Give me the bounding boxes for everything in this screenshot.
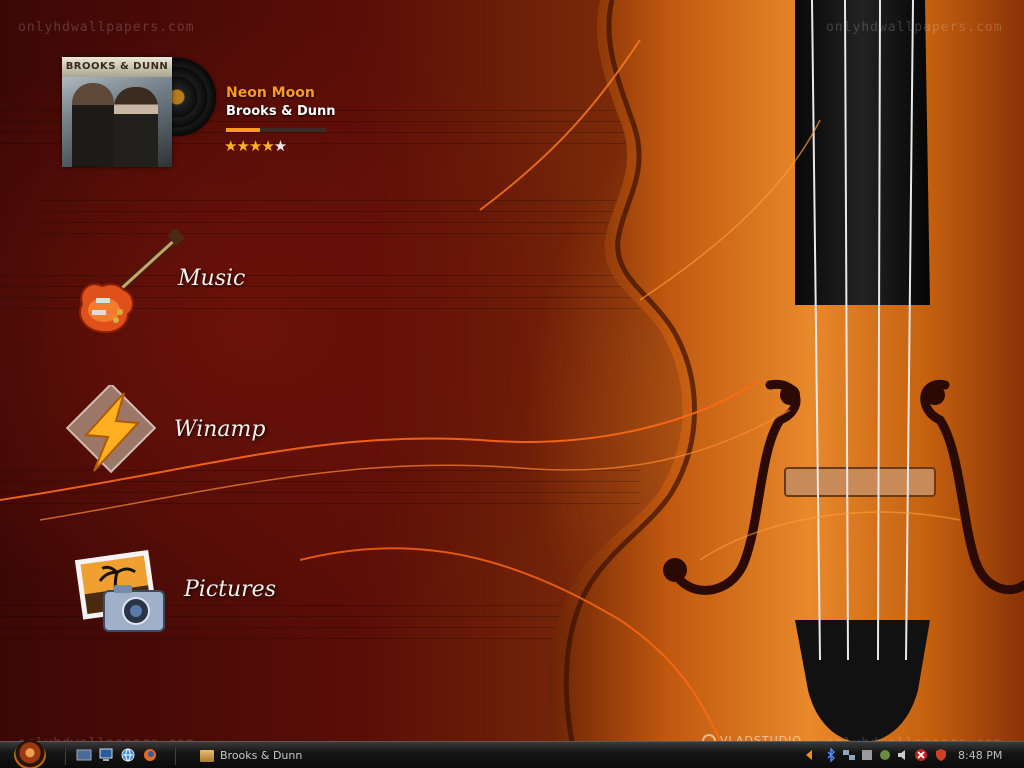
- browser-icon[interactable]: [120, 747, 136, 763]
- computer-icon[interactable]: [98, 747, 114, 763]
- album-cover-band: BROOKS & DUNN: [62, 57, 172, 77]
- taskbar-separator: [64, 747, 66, 765]
- track-progress-bar[interactable]: [226, 128, 326, 132]
- taskbar: Brooks & Dunn 8:48 PM: [0, 740, 1024, 768]
- start-button[interactable]: [14, 740, 46, 768]
- album-cover-figure: [72, 83, 114, 167]
- watermark-top-right: onlyhdwallpapers.com: [826, 20, 1003, 35]
- launcher-pictures[interactable]: Pictures: [74, 545, 284, 640]
- taskbar-window-button[interactable]: Brooks & Dunn: [200, 745, 350, 766]
- launcher-pictures-label: Pictures: [184, 577, 276, 602]
- network-icon[interactable]: [842, 748, 856, 762]
- track-rating[interactable]: ★★★★★: [224, 137, 287, 155]
- launcher-winamp-label: Winamp: [174, 417, 266, 442]
- taskbar-window-label: Brooks & Dunn: [220, 749, 303, 762]
- taskbar-clock[interactable]: 8:48 PM: [958, 749, 1002, 762]
- album-cover-figure: [114, 87, 158, 167]
- volume-icon[interactable]: [896, 748, 910, 762]
- tray-app-icon[interactable]: [878, 748, 892, 762]
- album-cover[interactable]: BROOKS & DUNN: [62, 57, 172, 167]
- bluetooth-icon[interactable]: [824, 748, 838, 762]
- show-desktop-icon[interactable]: [76, 747, 92, 763]
- rating-star-empty: ★: [273, 137, 287, 155]
- shield-icon[interactable]: [934, 748, 948, 762]
- electric-guitar-icon: [79, 229, 184, 334]
- desktop: onlyhdwallpapers.com onlyhdwallpapers.co…: [0, 0, 1024, 768]
- winamp-lightning-icon: [65, 382, 157, 474]
- rating-stars-filled: ★★★★: [224, 137, 275, 155]
- arrow-left-icon[interactable]: [802, 748, 816, 762]
- tray-app-icon[interactable]: [860, 748, 874, 762]
- folder-icon: [200, 749, 214, 762]
- track-progress-fill: [226, 128, 260, 132]
- taskbar-separator: [174, 747, 176, 765]
- watermark-top-left: onlyhdwallpapers.com: [18, 20, 195, 35]
- security-alert-icon[interactable]: [914, 748, 928, 762]
- launcher-winamp[interactable]: Winamp: [64, 382, 274, 480]
- firefox-icon[interactable]: [142, 747, 158, 763]
- launcher-music-label: Music: [178, 266, 246, 291]
- track-artist: Brooks & Dunn: [226, 104, 336, 119]
- photo-camera-icon: [74, 549, 165, 632]
- launcher-music[interactable]: Music: [72, 228, 252, 338]
- album-cover-text: BROOKS & DUNN: [65, 61, 169, 72]
- track-title: Neon Moon: [226, 85, 315, 101]
